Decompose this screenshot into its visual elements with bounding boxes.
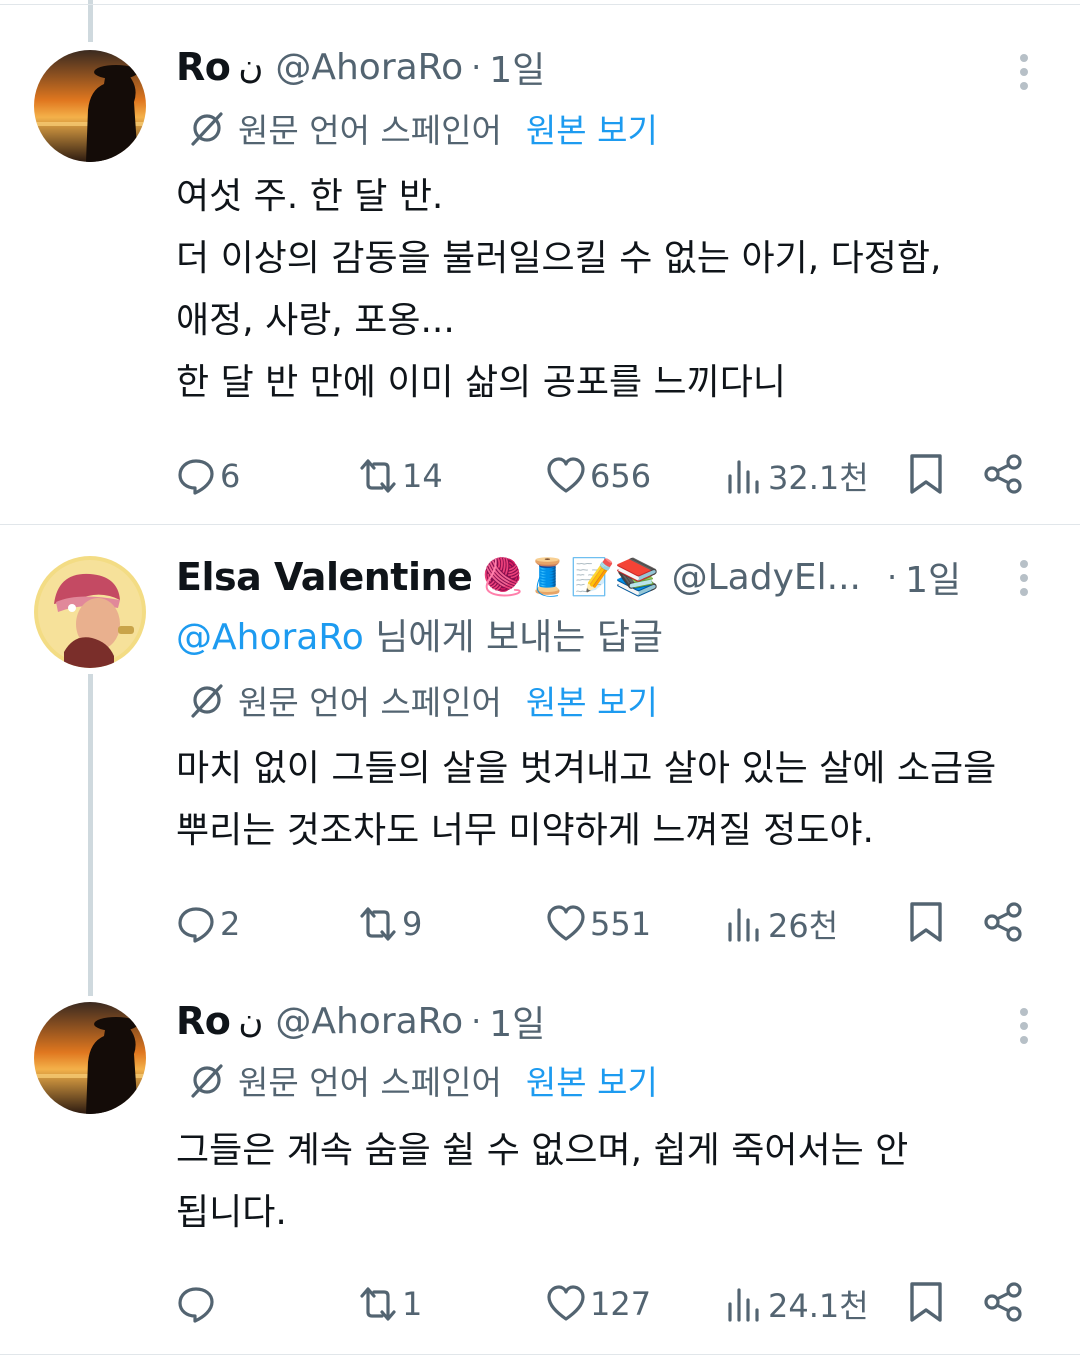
translation-bar: 원문 언어 스페인어 원본 보기 — [186, 680, 658, 722]
divider-top — [0, 4, 1080, 5]
repost-count: 14 — [402, 457, 443, 495]
repost-button[interactable]: 14 — [358, 452, 443, 500]
tweet-text-line: 됩니다. — [176, 1192, 287, 1233]
translation-bar: 원문 언어 스페인어 원본 보기 — [186, 1060, 658, 1102]
show-original-link[interactable]: 원본 보기 — [526, 1056, 658, 1104]
timestamp[interactable]: 1일 — [489, 41, 545, 93]
separator-dot: · — [886, 558, 898, 596]
views-icon — [728, 460, 759, 494]
author-name[interactable]: Ro — [176, 45, 231, 89]
tweet-text-line: 그들은 계속 숨을 쉴 수 없으며, 쉽게 죽어서는 안 — [176, 1130, 909, 1171]
avatar[interactable] — [34, 556, 146, 668]
like-count: 127 — [590, 1285, 652, 1323]
tweet-header: Ro ن @AhoraRo · 1일 — [176, 42, 545, 92]
share-icon[interactable] — [982, 900, 1026, 944]
views-count: 26천 — [768, 907, 839, 945]
reply-button[interactable] — [176, 1280, 220, 1328]
timestamp[interactable]: 1일 — [489, 995, 545, 1047]
translate-icon — [191, 112, 223, 146]
separator-dot: · — [471, 1002, 482, 1040]
reply-count: 6 — [220, 457, 241, 495]
author-name-glyph: ن — [238, 1001, 264, 1041]
repost-button[interactable]: 1 — [358, 1280, 422, 1328]
tweet-text-line: 한 달 반 만에 이미 삶의 공포를 느끼다니 — [176, 362, 787, 403]
views-icon — [728, 1288, 759, 1322]
author-handle[interactable]: @LadyEl... — [672, 557, 861, 598]
reply-count: 2 — [220, 905, 241, 943]
share-icon[interactable] — [982, 452, 1026, 496]
like-button[interactable]: 656 — [546, 452, 651, 500]
reply-to-suffix: 님에게 보내는 답글 — [363, 617, 664, 658]
author-name[interactable]: Elsa Valentine — [176, 555, 473, 599]
avatar[interactable] — [34, 1002, 146, 1114]
tweet-text-line: 마치 없이 그들의 살을 벗겨내고 살아 있는 살에 소금을 — [176, 748, 997, 789]
more-icon[interactable] — [1016, 1008, 1032, 1048]
like-button[interactable]: 127 — [546, 1280, 651, 1328]
divider-bottom — [0, 1354, 1080, 1355]
more-icon[interactable] — [1016, 54, 1032, 94]
translation-bar: 원문 언어 스페인어 원본 보기 — [186, 108, 658, 150]
repost-count: 9 — [402, 905, 423, 943]
views-icon — [728, 908, 759, 942]
repost-icon — [360, 907, 396, 941]
separator-dot: · — [471, 48, 482, 86]
bookmark-icon[interactable] — [904, 452, 948, 496]
reply-mention-link[interactable]: @AhoraRo — [176, 617, 364, 658]
original-language-label: 원문 언어 스페인어 — [238, 1063, 502, 1102]
tweet-text: 여섯 주. 한 달 반. 더 이상의 감동을 불러일으킬 수 없는 아기, 다정… — [176, 166, 1056, 414]
thread-line-top — [88, 0, 93, 42]
repost-icon — [360, 459, 396, 493]
views-button[interactable]: 26천 — [724, 900, 838, 948]
tweet-text-line: 더 이상의 감동을 불러일으킬 수 없는 아기, 다정함, — [176, 238, 942, 279]
reply-icon — [178, 459, 214, 495]
views-button[interactable]: 24.1천 — [724, 1280, 869, 1328]
translate-icon — [191, 684, 223, 718]
avatar[interactable] — [34, 50, 146, 162]
show-original-link[interactable]: 원본 보기 — [526, 676, 658, 724]
replying-to: @AhoraRo 님에게 보내는 답글 — [176, 608, 663, 660]
like-icon — [547, 905, 585, 941]
tweet-text-line: 애정, 사랑, 포옹... — [176, 300, 455, 341]
like-count: 656 — [590, 457, 652, 495]
reply-button[interactable]: 6 — [176, 452, 240, 500]
reply-button[interactable]: 2 — [176, 900, 240, 948]
author-name-glyph: ن — [238, 47, 264, 87]
original-language-label: 원문 언어 스페인어 — [238, 111, 502, 150]
share-icon[interactable] — [982, 1280, 1026, 1324]
reply-icon — [178, 1287, 214, 1323]
divider-tweet1 — [0, 524, 1080, 525]
repost-icon — [360, 1287, 396, 1321]
repost-button[interactable]: 9 — [358, 900, 422, 948]
reply-icon — [178, 907, 214, 943]
tweet-header: Ro ن @AhoraRo · 1일 — [176, 996, 545, 1046]
like-count: 551 — [590, 905, 652, 943]
author-handle[interactable]: @AhoraRo — [275, 1001, 463, 1042]
timestamp[interactable]: 1일 — [905, 551, 961, 603]
author-name[interactable]: Ro — [176, 999, 231, 1043]
thread-line-2 — [88, 674, 93, 996]
author-name-emoji: 🧶🧵📝📚 — [480, 557, 660, 598]
more-icon[interactable] — [1016, 560, 1032, 600]
author-handle[interactable]: @AhoraRo — [275, 47, 463, 88]
bookmark-icon[interactable] — [904, 1280, 948, 1324]
show-original-link[interactable]: 원본 보기 — [526, 104, 658, 152]
views-count: 32.1천 — [768, 459, 869, 497]
like-icon — [547, 457, 585, 493]
repost-count: 1 — [402, 1285, 423, 1323]
like-button[interactable]: 551 — [546, 900, 651, 948]
views-count: 24.1천 — [768, 1287, 869, 1325]
original-language-label: 원문 언어 스페인어 — [238, 683, 502, 722]
tweet-text-line: 뿌리는 것조차도 너무 미약하게 느껴질 정도야. — [176, 810, 874, 851]
like-icon — [547, 1285, 585, 1321]
views-button[interactable]: 32.1천 — [724, 452, 869, 500]
tweet-text: 그들은 계속 숨을 쉴 수 없으며, 쉽게 죽어서는 안 됩니다. — [176, 1120, 1056, 1244]
translate-icon — [191, 1064, 223, 1098]
bookmark-icon[interactable] — [904, 900, 948, 944]
tweet-text: 마치 없이 그들의 살을 벗겨내고 살아 있는 살에 소금을 뿌리는 것조차도 … — [176, 738, 1056, 862]
tweet-text-line: 여섯 주. 한 달 반. — [176, 176, 444, 217]
tweet-header: Elsa Valentine 🧶🧵📝📚 @LadyEl... · 1일 — [176, 552, 961, 602]
